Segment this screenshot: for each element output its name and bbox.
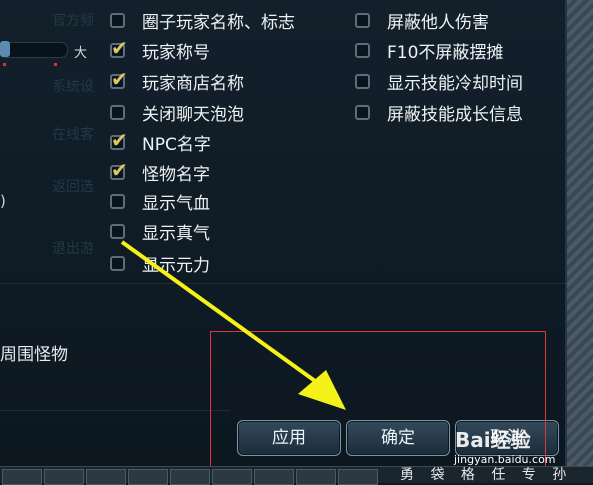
option-label: 显示真气 <box>142 223 210 244</box>
left-menu-item[interactable]: 官方频 <box>52 10 94 30</box>
bottom-menu-text: 勇 袋 格 任 专 孙 <box>400 467 573 483</box>
option-row[interactable]: 屏蔽技能成长信息 <box>355 101 523 125</box>
check-icon: ✔ <box>111 157 128 182</box>
game-background <box>567 0 593 482</box>
checkbox[interactable] <box>355 73 370 89</box>
slider-marker <box>54 63 57 66</box>
baidu-watermark: Bai经验 <box>455 428 531 452</box>
check-icon: ✔ <box>111 127 128 152</box>
option-row[interactable]: 显示气血 <box>110 190 210 214</box>
option-row[interactable]: 显示真气 <box>110 220 210 244</box>
checkbox[interactable] <box>355 42 370 58</box>
checkbox[interactable]: ✔ <box>110 130 128 150</box>
option-row[interactable]: F10不屏蔽摆摊 <box>355 39 504 63</box>
checkbox[interactable] <box>110 193 125 209</box>
checkbox[interactable] <box>110 104 125 120</box>
option-row[interactable]: 关闭聊天泡泡 <box>110 101 244 125</box>
hotbar-slot[interactable] <box>44 469 84 485</box>
hotbar-slot[interactable] <box>338 469 378 485</box>
option-label: 显示气血 <box>142 193 210 214</box>
left-menu-item[interactable]: 在线客 <box>52 124 94 144</box>
checkbox[interactable] <box>110 255 125 271</box>
hotbar-slot[interactable] <box>170 469 210 485</box>
divider <box>0 410 230 411</box>
hotbar-slot[interactable] <box>86 469 126 485</box>
left-menu-item[interactable]: 退出游 <box>52 238 94 258</box>
nearby-monsters-label: 周围怪物 <box>0 345 68 365</box>
divider <box>0 283 565 284</box>
option-row[interactable]: 显示元力 <box>110 252 210 276</box>
hotbar-slot[interactable] <box>296 469 336 485</box>
left-menu-item[interactable]: 系统设 <box>52 76 94 96</box>
left-menu-item[interactable]: 返回选 <box>52 176 94 196</box>
watermark-url: jingyan.baidu.com <box>454 453 556 466</box>
size-slider[interactable] <box>0 42 68 58</box>
option-label: 显示元力 <box>142 255 210 276</box>
slider-label: 大 <box>74 46 88 61</box>
check-icon: ✔ <box>111 35 128 60</box>
option-label: 屏蔽他人伤害 <box>387 12 489 33</box>
slider-marker <box>3 63 6 66</box>
option-label: 屏蔽技能成长信息 <box>387 104 523 125</box>
checkbox[interactable]: ✔ <box>110 69 128 89</box>
option-row[interactable]: 圈子玩家名称、标志 <box>110 9 295 33</box>
hotbar-slot[interactable] <box>254 469 294 485</box>
checkbox[interactable] <box>355 104 370 120</box>
checkbox[interactable]: ✔ <box>110 160 128 180</box>
check-icon: ✔ <box>111 66 128 91</box>
option-row[interactable]: ✔ 玩家商店名称 <box>110 69 244 94</box>
option-label: 怪物名字 <box>142 164 210 185</box>
option-label: NPC名字 <box>142 134 211 155</box>
slider-thumb[interactable] <box>0 41 10 57</box>
checkbox[interactable] <box>110 223 125 239</box>
option-row[interactable]: 屏蔽他人伤害 <box>355 9 489 33</box>
checkbox[interactable]: ✔ <box>110 38 128 58</box>
hotbar-slot[interactable] <box>212 469 252 485</box>
checkbox[interactable] <box>355 12 370 28</box>
option-label: 玩家称号 <box>142 42 210 63</box>
option-row[interactable]: ✔ NPC名字 <box>110 130 211 155</box>
hotbar-slot[interactable] <box>128 469 168 485</box>
parenthesis-text: ) <box>0 192 6 210</box>
checkbox[interactable] <box>110 12 125 28</box>
option-label: 玩家商店名称 <box>142 73 244 94</box>
option-row[interactable]: 显示技能冷却时间 <box>355 70 523 94</box>
option-label: 显示技能冷却时间 <box>387 73 523 94</box>
option-row[interactable]: ✔ 玩家称号 <box>110 38 210 63</box>
option-label: F10不屏蔽摆摊 <box>387 42 504 63</box>
option-label: 圈子玩家名称、标志 <box>142 12 295 33</box>
option-row[interactable]: ✔ 怪物名字 <box>110 160 210 185</box>
hotbar-slot[interactable] <box>2 469 42 485</box>
option-label: 关闭聊天泡泡 <box>142 104 244 125</box>
